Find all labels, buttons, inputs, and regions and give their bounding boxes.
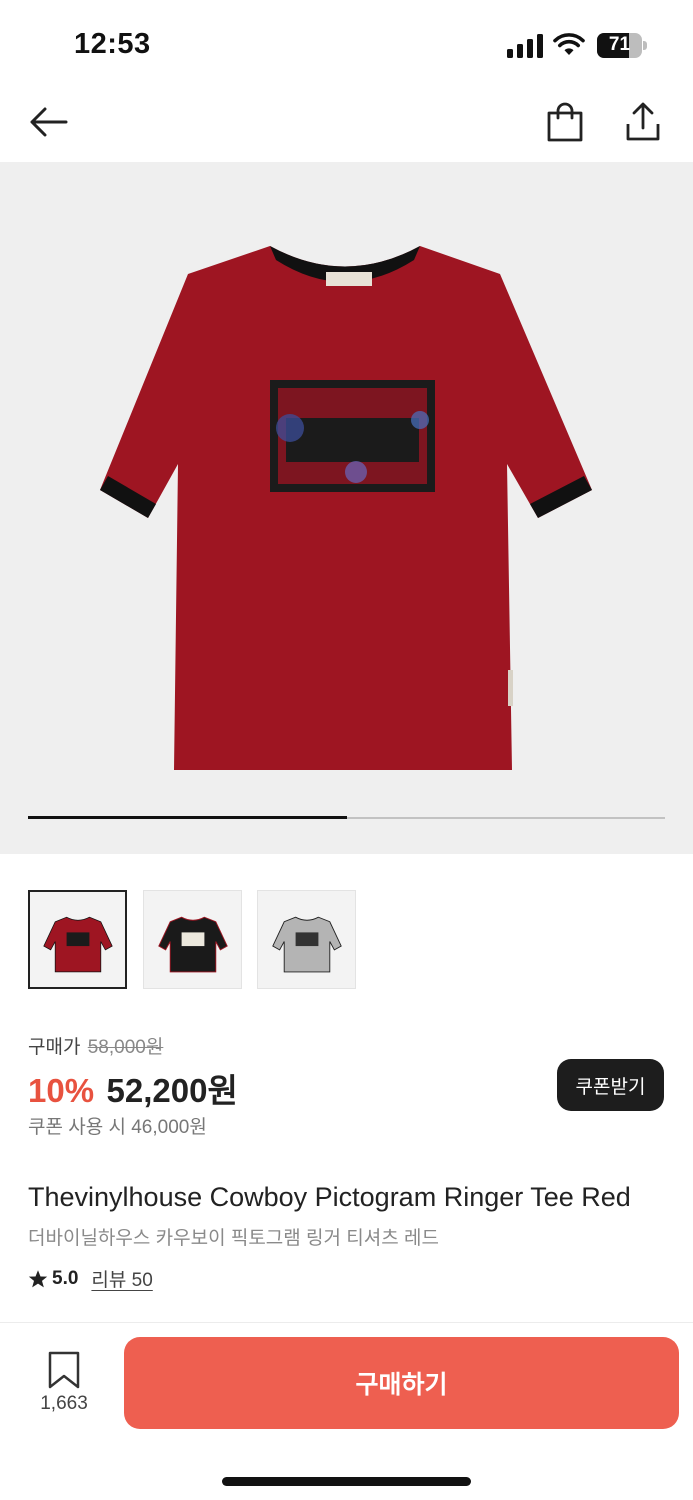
product-title-korean: 더바이닐하우스 카우보이 픽토그램 링거 티셔츠 레드 <box>28 1228 439 1249</box>
share-icon <box>626 102 660 141</box>
arrow-left-icon <box>30 107 68 137</box>
discount-rate: 10% <box>28 1072 95 1109</box>
original-price: 58,000원 <box>87 1037 164 1058</box>
product-image <box>100 246 592 770</box>
coupon-button[interactable]: 쿠폰받기 <box>557 1059 664 1111</box>
rating-row: 5.0 리뷰 50 <box>28 1265 648 1292</box>
product-image-gallery[interactable] <box>0 162 693 854</box>
battery-indicator: 71 <box>597 33 647 58</box>
rating-score: 5.0 <box>52 1267 79 1289</box>
status-bar: 12:53 71 <box>0 0 693 90</box>
wifi-icon <box>553 33 585 55</box>
battery-level: 71 <box>608 34 631 55</box>
signal-icon <box>507 34 543 58</box>
share-button[interactable] <box>621 100 665 144</box>
back-button[interactable] <box>26 100 70 144</box>
bookmark-icon <box>48 1351 80 1389</box>
product-info: Thevinylhouse Cowboy Pictogram Ringer Te… <box>28 1180 648 1292</box>
cart-button[interactable] <box>543 100 587 144</box>
thumbnail-grey[interactable] <box>257 890 356 989</box>
buy-button[interactable]: 구매하기 <box>124 1337 679 1429</box>
thumbnail-red[interactable] <box>28 890 127 989</box>
gallery-progress <box>28 816 665 819</box>
home-indicator <box>222 1477 471 1486</box>
sale-price: 52,200원 <box>106 1072 238 1109</box>
status-time: 12:53 <box>74 28 151 60</box>
thumbnail-black[interactable] <box>143 890 242 989</box>
price-label: 구매가 <box>28 1037 81 1058</box>
bottom-action-bar: 1,663 구매하기 <box>0 1322 693 1500</box>
shopping-bag-icon <box>547 102 583 142</box>
wishlist-button[interactable]: 1,663 <box>28 1351 100 1421</box>
top-nav <box>0 92 693 154</box>
price-section: 구매가 58,000원 10% 52,200원 쿠폰 사용 시 46,000원 … <box>28 1032 668 1138</box>
review-link[interactable]: 리뷰 50 <box>91 1265 152 1292</box>
wishlist-count: 1,663 <box>40 1393 88 1414</box>
coupon-price: 쿠폰 사용 시 46,000원 <box>28 1117 207 1138</box>
product-title: Thevinylhouse Cowboy Pictogram Ringer Te… <box>28 1182 631 1212</box>
star-icon <box>28 1269 48 1287</box>
